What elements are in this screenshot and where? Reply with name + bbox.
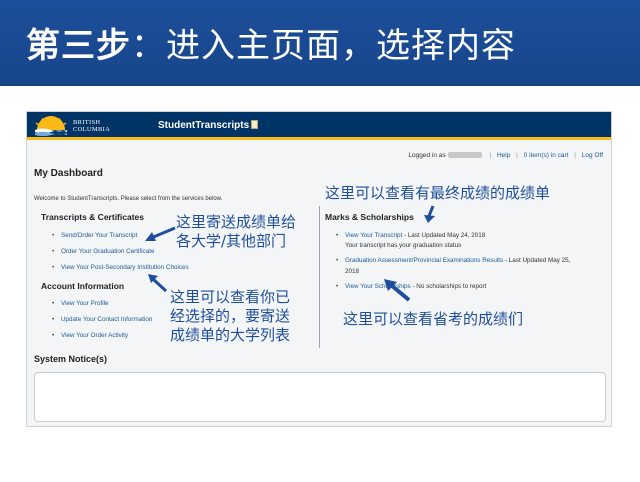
annotation-choices-line1: 这里可以查看你已 bbox=[170, 288, 291, 306]
view-transcript-link[interactable]: View Your Transcript bbox=[345, 232, 402, 239]
bc-logo[interactable]: BRITISH COLUMBIA bbox=[33, 115, 113, 136]
system-notices-box bbox=[34, 372, 606, 422]
assessment-updated: - Last Updated May 25, bbox=[503, 257, 571, 264]
slide-title: 第三步：进入主页面，选择内容 bbox=[26, 18, 516, 67]
update-contact-link[interactable]: Update Your Contact Information bbox=[52, 316, 152, 323]
assessment-results-link[interactable]: Graduation Assessment/Provincial Examina… bbox=[345, 257, 503, 264]
assessment-item: Graduation Assessment/Provincial Examina… bbox=[336, 257, 571, 264]
scholarships-item: View Your Scholarships - No scholarships… bbox=[336, 283, 487, 290]
arrow-icon bbox=[148, 274, 168, 293]
logoff-link[interactable]: Log Off bbox=[582, 152, 603, 159]
system-notices-title: System Notice(s) bbox=[34, 354, 108, 364]
welcome-text: Welcome to StudentTranscripts. Please se… bbox=[34, 196, 223, 202]
cart-link[interactable]: 0 item(s) in cart bbox=[524, 152, 569, 159]
app-screenshot: BRITISH COLUMBIA StudentTranscripts Logg… bbox=[26, 111, 612, 427]
app-header: BRITISH COLUMBIA StudentTranscripts bbox=[27, 112, 611, 140]
annotation-choices: 这里可以查看你已 经选择的，要寄送 成绩单的大学列表 bbox=[170, 288, 290, 345]
annotation-send: 这里寄送成绩单给 各大学/其他部门 bbox=[176, 213, 296, 251]
institution-choices-link[interactable]: View Your Post-Secondary Institution Cho… bbox=[52, 264, 189, 271]
document-icon bbox=[251, 120, 259, 129]
view-profile-link[interactable]: View Your Profile bbox=[52, 300, 108, 307]
arrow-icon bbox=[424, 205, 435, 223]
help-link[interactable]: Help bbox=[497, 152, 510, 159]
transcripts-heading: Transcripts & Certificates bbox=[41, 212, 144, 222]
app-name-text: StudentTranscripts bbox=[158, 120, 250, 131]
slide-title-band: 第三步：进入主页面，选择内容 bbox=[0, 0, 640, 86]
logged-in-label: Logged in as bbox=[408, 152, 446, 159]
order-activity-link[interactable]: View Your Order Activity bbox=[52, 332, 128, 339]
annotation-send-line2: 各大学/其他部门 bbox=[176, 232, 287, 250]
redacted-username bbox=[447, 152, 482, 158]
annotation-final: 这里可以查看有最终成绩的成绩单 bbox=[325, 184, 551, 202]
slide-title-rest: ：进入主页面，选择内容 bbox=[131, 26, 516, 66]
annotation-provincial: 这里可以查看省考的成绩们 bbox=[343, 310, 524, 328]
annotation-choices-line3: 成绩单的大学列表 bbox=[170, 326, 291, 344]
scholarships-status: - No scholarships to report bbox=[410, 283, 487, 290]
divider: | bbox=[489, 152, 492, 159]
annotation-send-line1: 这里寄送成绩单给 bbox=[176, 213, 297, 231]
sun-logo-icon bbox=[35, 116, 67, 136]
transcript-status: Your transcript has your graduation stat… bbox=[345, 242, 462, 249]
column-divider bbox=[319, 206, 320, 348]
arrow-icon bbox=[384, 279, 411, 302]
annotation-choices-line2: 经选择的，要寄送 bbox=[170, 307, 291, 325]
assessment-updated-year: 2018 bbox=[345, 268, 360, 275]
send-transcript-link[interactable]: Send/Order Your Transcript bbox=[52, 232, 137, 239]
transcript-updated: - Last Updated May 24, 2018 bbox=[402, 232, 486, 239]
divider: | bbox=[574, 152, 576, 159]
app-name[interactable]: StudentTranscripts bbox=[158, 120, 259, 131]
logo-line2: COLUMBIA bbox=[73, 126, 111, 133]
arrow-icon bbox=[145, 226, 176, 241]
slide-title-step: 第三步 bbox=[26, 26, 131, 66]
account-heading: Account Information bbox=[41, 281, 125, 291]
graduation-certificate-link[interactable]: Order Your Graduation Certificate bbox=[52, 248, 155, 255]
divider: | bbox=[516, 152, 518, 159]
logo-line1: BRITISH bbox=[73, 119, 101, 126]
view-transcript-item: View Your Transcript - Last Updated May … bbox=[336, 232, 486, 239]
page-title: My Dashboard bbox=[34, 168, 103, 179]
user-bar: Logged in as | Help | 0 item(s) in cart … bbox=[408, 152, 603, 159]
logo-wordmark: BRITISH COLUMBIA bbox=[73, 119, 110, 133]
marks-heading: Marks & Scholarships bbox=[325, 212, 414, 222]
